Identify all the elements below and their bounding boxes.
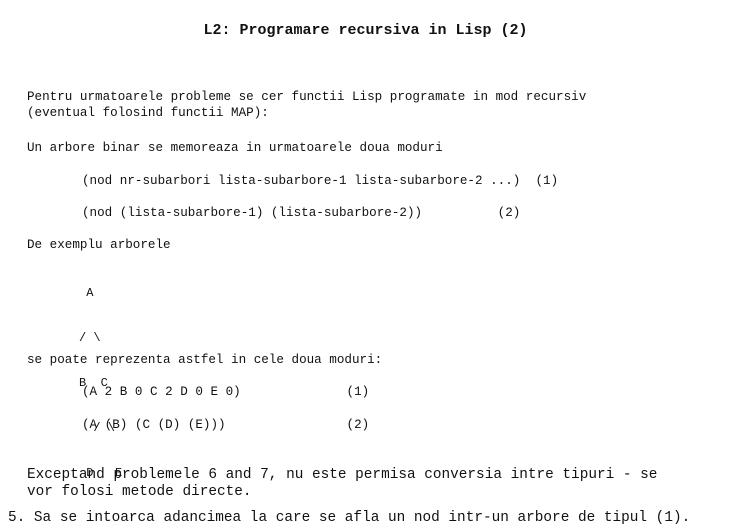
problem-5: 5. Sa se intoarca adancimea la care se a… (8, 510, 691, 526)
tree-line: / \ (79, 331, 101, 345)
representation-2: (A (B) (C (D) (E))) (2) (82, 418, 370, 432)
note-line-2: vor folosi metode directe. (27, 484, 252, 500)
intro-line-2: (eventual folosind functii MAP): (27, 106, 269, 120)
example-label: De exemplu arborele (27, 238, 171, 252)
intro-line-1: Pentru urmatoarele probleme se cer funct… (27, 90, 587, 104)
page-title: L2: Programare recursiva in Lisp (2) (203, 22, 528, 39)
format-2: (nod (lista-subarbore-1) (lista-subarbor… (82, 206, 521, 220)
representation-1: (A 2 B 0 C 2 D 0 E 0) (1) (82, 385, 370, 399)
format-1: (nod nr-subarbori lista-subarbore-1 list… (82, 174, 559, 188)
storage-intro: Un arbore binar se memoreaza in urmatoar… (27, 141, 443, 155)
representation-intro: se poate reprezenta astfel in cele doua … (27, 353, 383, 367)
note-line-1: Exceptand problemele 6 and 7, nu este pe… (27, 467, 658, 483)
tree-line: A (79, 286, 94, 300)
